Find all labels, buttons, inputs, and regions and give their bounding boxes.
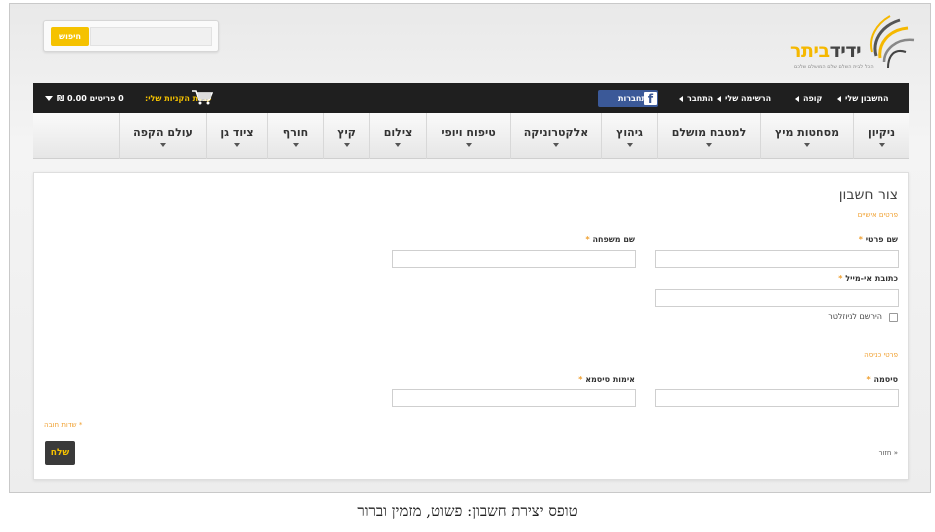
chevron-down-icon bbox=[706, 143, 712, 147]
category-cleaning[interactable]: ניקיון bbox=[853, 113, 909, 159]
last-name-field[interactable] bbox=[392, 250, 636, 268]
logo-wordmark: ידידביתר bbox=[790, 40, 862, 62]
page-title: צור חשבון bbox=[838, 187, 898, 203]
submit-button[interactable]: שלח bbox=[45, 441, 75, 465]
topbar-link-wishlist[interactable]: הרשימה שלי bbox=[717, 94, 771, 103]
chevron-down-icon bbox=[878, 143, 885, 147]
cart-dropdown-caret-icon[interactable] bbox=[45, 96, 53, 101]
topbar-link-my-account[interactable]: החשבון שלי bbox=[837, 94, 888, 103]
category-juicers[interactable]: מסחטות מיץ bbox=[760, 113, 853, 159]
required-mark: * bbox=[866, 375, 871, 384]
cart-count[interactable]: 0 פריטים 0.00 ₪ bbox=[57, 94, 124, 103]
category-winter[interactable]: חורף bbox=[267, 113, 323, 159]
personal-section-heading: פרטים אישיים bbox=[857, 211, 898, 219]
chevron-down-icon bbox=[553, 143, 559, 147]
search-box: חיפוש bbox=[43, 20, 219, 52]
category-label: ניקיון bbox=[867, 126, 896, 139]
category-label: למטבח מושלם bbox=[671, 126, 747, 139]
category-photography[interactable]: צילום bbox=[369, 113, 426, 159]
login-section-heading: פרטי כניסה bbox=[864, 351, 898, 359]
confirm-password-label-text: אימות סיסמא bbox=[585, 375, 635, 384]
search-button[interactable]: חיפוש bbox=[51, 27, 89, 46]
category-label: גיהוץ bbox=[616, 126, 643, 139]
category-summer[interactable]: קיץ bbox=[323, 113, 369, 159]
last-name-label: שם משפחה * bbox=[585, 235, 635, 244]
chevron-down-icon bbox=[234, 143, 240, 147]
logo-accent: ביתר bbox=[790, 40, 830, 62]
create-account-form: צור חשבון פרטים אישיים שם פרטי * שם משפח… bbox=[33, 172, 909, 480]
chevron-down-icon bbox=[626, 143, 633, 147]
back-link[interactable]: « חזור bbox=[879, 449, 898, 457]
category-kitchen[interactable]: למטבח מושלם bbox=[657, 113, 760, 159]
category-electronics[interactable]: אלקטרוניקה bbox=[510, 113, 601, 159]
topbar-link-checkout[interactable]: קופה bbox=[795, 94, 822, 103]
category-garden[interactable]: ציוד גן bbox=[206, 113, 267, 159]
required-mark: * bbox=[838, 274, 843, 283]
logo-tagline: הכל לבית השלם שלם המושלם שלכם bbox=[794, 64, 874, 70]
chevron-down-icon bbox=[395, 143, 401, 147]
logo-main: ידיד bbox=[829, 40, 862, 62]
newsletter-label[interactable]: הירשם לניוזלטר bbox=[828, 312, 882, 321]
email-label: כתובת אי-מייל * bbox=[838, 274, 898, 283]
required-mark: * bbox=[585, 235, 590, 244]
password-label-text: סיסמה bbox=[873, 375, 898, 384]
last-name-label-text: שם משפחה bbox=[592, 235, 635, 244]
category-coffee[interactable]: עולם הקפה bbox=[119, 113, 206, 159]
category-nav: ניקיון מסחטות מיץ למטבח מושלם גיהוץ אלקט… bbox=[33, 113, 909, 159]
search-input[interactable] bbox=[90, 27, 212, 46]
category-beauty[interactable]: טיפוח ויופי bbox=[426, 113, 510, 159]
password-field[interactable] bbox=[655, 389, 899, 407]
chevron-down-icon bbox=[465, 143, 472, 147]
shopping-cart-icon[interactable] bbox=[191, 89, 213, 105]
category-ironing[interactable]: גיהוץ bbox=[601, 113, 657, 159]
figure-caption: טופס יצירת חשבון: פשוט, מזמין וברור bbox=[357, 502, 578, 520]
category-label: קיץ bbox=[337, 126, 356, 139]
category-label: מסחטות מיץ bbox=[774, 126, 840, 139]
facebook-login-button[interactable]: התחברות f bbox=[598, 90, 658, 107]
confirm-password-label: אימות סיסמא * bbox=[578, 375, 635, 384]
category-label: חורף bbox=[282, 126, 309, 139]
chevron-down-icon bbox=[292, 143, 299, 147]
required-mark: * bbox=[578, 375, 583, 384]
topbar-link-login[interactable]: התחבר bbox=[679, 94, 713, 103]
category-label: טיפוח ויופי bbox=[441, 126, 496, 139]
category-label: צילום bbox=[383, 126, 413, 139]
screenshot-frame: חיפוש ידידביתר הכל לבית השלם שלם המושלם … bbox=[9, 3, 931, 493]
first-name-field[interactable] bbox=[655, 250, 899, 268]
first-name-label: שם פרטי * bbox=[859, 235, 898, 244]
category-label: ציוד גן bbox=[220, 126, 254, 139]
chevron-down-icon bbox=[343, 143, 350, 147]
first-name-label-text: שם פרטי bbox=[865, 235, 898, 244]
email-field[interactable] bbox=[655, 289, 899, 307]
site-logo[interactable]: ידידביתר הכל לבית השלם שלם המושלם שלכם bbox=[780, 12, 918, 82]
required-mark: * bbox=[858, 235, 863, 244]
email-label-text: כתובת אי-מייל bbox=[845, 274, 898, 283]
chevron-down-icon bbox=[160, 143, 166, 147]
category-label: אלקטרוניקה bbox=[523, 126, 589, 139]
confirm-password-field[interactable] bbox=[392, 389, 636, 407]
top-bar: החשבון שלי קופה הרשימה שלי התחבר התחברות… bbox=[33, 83, 909, 113]
required-fields-note: * שדות חובה bbox=[44, 421, 83, 429]
category-label: עולם הקפה bbox=[133, 126, 193, 139]
chevron-down-icon bbox=[804, 143, 810, 147]
newsletter-checkbox[interactable] bbox=[889, 313, 898, 322]
password-label: סיסמה * bbox=[867, 375, 899, 384]
facebook-icon: f bbox=[644, 92, 657, 106]
